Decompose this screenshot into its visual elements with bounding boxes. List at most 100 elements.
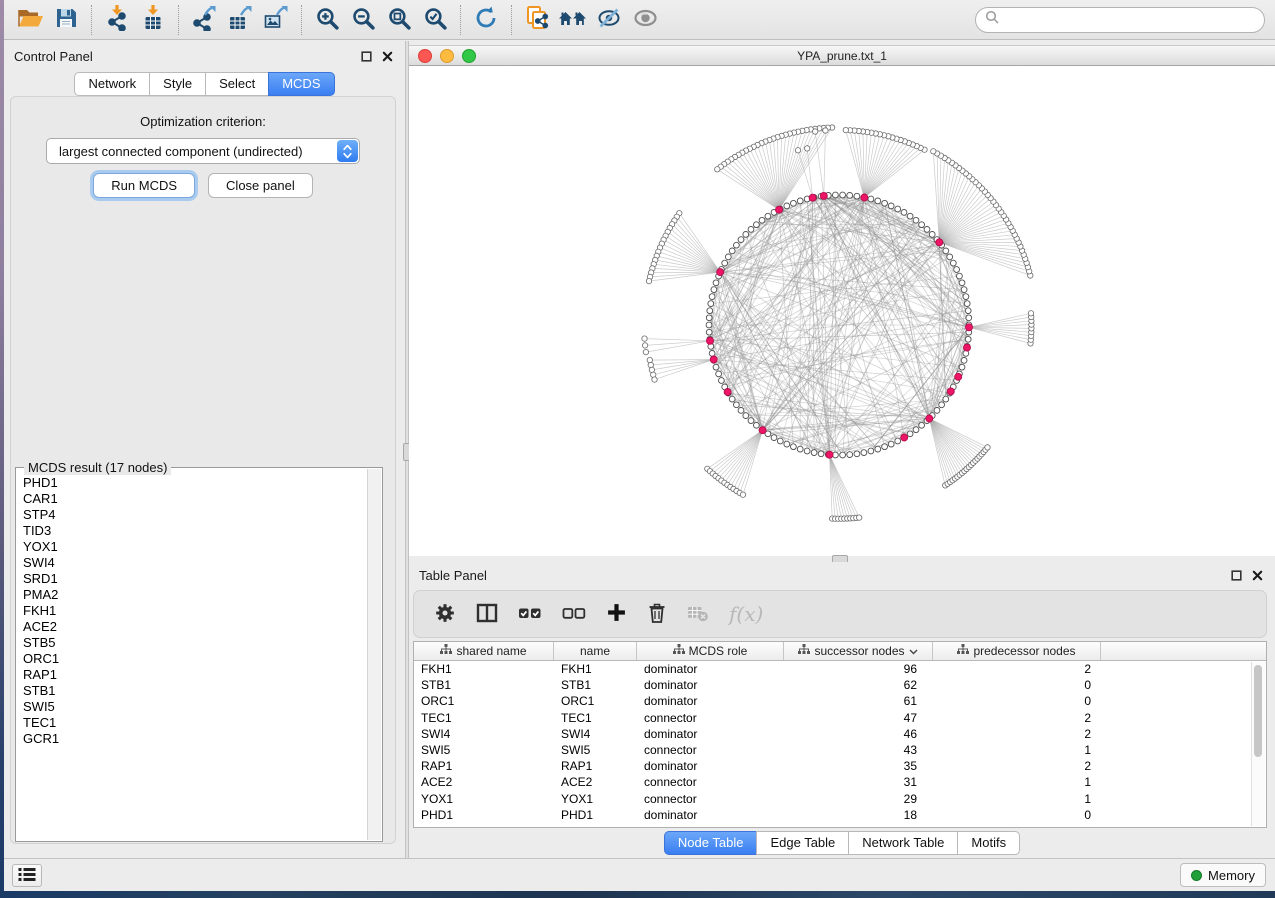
table-cell: dominator (637, 808, 784, 822)
refresh-button[interactable] (468, 3, 504, 37)
table-row[interactable]: ORC1ORC1dominator610 (414, 693, 1266, 709)
table-row[interactable]: SWI5SWI5connector431 (414, 742, 1266, 758)
import-network-button[interactable] (99, 3, 135, 37)
table-row[interactable]: STB1STB1dominator620 (414, 677, 1266, 693)
mcds-result-item[interactable]: PHD1 (23, 475, 367, 491)
first-neighbors-button[interactable] (555, 3, 591, 37)
table-row[interactable]: TEC1TEC1connector472 (414, 710, 1266, 726)
float-window-icon[interactable] (360, 50, 372, 62)
tab-node-table[interactable]: Node Table (664, 831, 758, 855)
split-panel-button[interactable] (476, 599, 498, 629)
mcds-result-item[interactable]: ORC1 (23, 651, 367, 667)
import-table-button[interactable] (135, 3, 171, 37)
table-row[interactable]: YOX1YOX1connector291 (414, 791, 1266, 807)
table-row[interactable]: ACE2ACE2connector311 (414, 774, 1266, 790)
tab-mcds[interactable]: MCDS (268, 72, 334, 96)
close-panel-button[interactable]: Close panel (208, 173, 313, 198)
tab-select[interactable]: Select (205, 72, 269, 96)
search-box[interactable] (975, 7, 1265, 33)
import-network-icon (104, 5, 130, 34)
table-cell: dominator (637, 694, 784, 708)
dropdown-stepper-icon (337, 140, 358, 162)
mcds-result-item[interactable]: SWI5 (23, 699, 367, 715)
table-cell: 62 (784, 678, 933, 692)
optimization-criterion-dropdown[interactable]: largest connected component (undirected) (46, 138, 360, 164)
table-settings-button[interactable] (434, 599, 456, 629)
column-header-MCDS-role[interactable]: MCDS role (637, 642, 784, 660)
mcds-panel: Optimization criterion: largest connecte… (10, 96, 396, 844)
column-header-predecessor-nodes[interactable]: predecessor nodes (933, 642, 1101, 660)
table-panel-titlebar: Table Panel (409, 565, 1275, 585)
tab-style[interactable]: Style (149, 72, 206, 96)
zoom-selected-button[interactable] (417, 3, 453, 37)
column-header-shared-name[interactable]: shared name (414, 642, 554, 660)
toolbar-separator (460, 5, 461, 35)
mcds-result-item[interactable]: PMA2 (23, 587, 367, 603)
table-scrollbar-thumb[interactable] (1254, 665, 1262, 757)
network-graph[interactable] (409, 66, 1275, 556)
mcds-result-item[interactable]: STP4 (23, 507, 367, 523)
mcds-result-item[interactable]: RAP1 (23, 667, 367, 683)
network-canvas[interactable] (409, 66, 1275, 556)
table-cell: ORC1 (554, 694, 637, 708)
mcds-result-item[interactable]: STB1 (23, 683, 367, 699)
table-row[interactable]: PHD1PHD1dominator180 (414, 807, 1266, 823)
mcds-result-item[interactable]: ACE2 (23, 619, 367, 635)
hide-selected-button[interactable] (591, 3, 627, 37)
zoom-fit-button[interactable] (381, 3, 417, 37)
sort-desc-icon (909, 644, 918, 658)
control-panel-tabs: NetworkStyleSelectMCDS (4, 72, 405, 96)
mcds-result-item[interactable]: YOX1 (23, 539, 367, 555)
table-cell: 1 (933, 775, 1101, 789)
duplicate-network-button[interactable] (519, 3, 555, 37)
table-cell: PHD1 (554, 808, 637, 822)
zoom-in-button[interactable] (309, 3, 345, 37)
tab-network[interactable]: Network (74, 72, 150, 96)
show-panels-button[interactable] (12, 864, 42, 887)
export-network-button[interactable] (186, 3, 222, 37)
deselect-all-button[interactable] (562, 599, 586, 629)
mcds-result-item[interactable]: TEC1 (23, 715, 367, 731)
float-table-panel-icon[interactable] (1230, 569, 1242, 581)
mcds-result-item[interactable]: TID3 (23, 523, 367, 539)
delete-column-button[interactable] (647, 599, 667, 629)
column-header-successor-nodes[interactable]: successor nodes (784, 642, 933, 660)
table-cell: ACE2 (554, 775, 637, 789)
toolbar-separator (91, 5, 92, 35)
show-hidden-button (627, 3, 663, 37)
select-all-button[interactable] (518, 599, 542, 629)
column-header-name[interactable]: name (554, 642, 637, 660)
mcds-result-item[interactable]: SRD1 (23, 571, 367, 587)
delete-table-button (687, 599, 709, 629)
main-toolbar (4, 0, 1275, 40)
mcds-result-scrollbar[interactable] (367, 469, 381, 840)
mcds-result-item[interactable]: SWI4 (23, 555, 367, 571)
table-scrollbar[interactable] (1251, 662, 1265, 826)
mcds-result-item[interactable]: GCR1 (23, 731, 367, 747)
export-network-icon (191, 5, 217, 34)
table-row[interactable]: FKH1FKH1dominator962 (414, 661, 1266, 677)
table-row[interactable]: SWI4SWI4dominator462 (414, 726, 1266, 742)
save-session-button[interactable] (48, 3, 84, 37)
table-row[interactable]: RAP1RAP1dominator352 (414, 758, 1266, 774)
mcds-result-item[interactable]: CAR1 (23, 491, 367, 507)
export-image-button[interactable] (258, 3, 294, 37)
mcds-result-list[interactable]: PHD1CAR1STP4TID3YOX1SWI4SRD1PMA2FKH1ACE2… (17, 471, 367, 840)
close-table-panel-icon[interactable] (1251, 569, 1263, 581)
export-table-button[interactable] (222, 3, 258, 37)
mcds-result-item[interactable]: FKH1 (23, 603, 367, 619)
mcds-result-item[interactable]: STB5 (23, 635, 367, 651)
run-mcds-button[interactable]: Run MCDS (93, 173, 195, 198)
tab-edge-table[interactable]: Edge Table (756, 831, 849, 855)
zoom-out-button[interactable] (345, 3, 381, 37)
tab-motifs[interactable]: Motifs (957, 831, 1020, 855)
memory-button[interactable]: Memory (1180, 863, 1266, 887)
search-input[interactable] (999, 12, 1264, 27)
control-panel-title: Control Panel (4, 49, 93, 64)
memory-label: Memory (1208, 868, 1255, 883)
open-session-button[interactable] (12, 3, 48, 37)
tab-network-table[interactable]: Network Table (848, 831, 958, 855)
add-column-button[interactable] (606, 599, 627, 629)
close-panel-icon[interactable] (381, 50, 393, 62)
split-panel-icon (476, 603, 498, 626)
